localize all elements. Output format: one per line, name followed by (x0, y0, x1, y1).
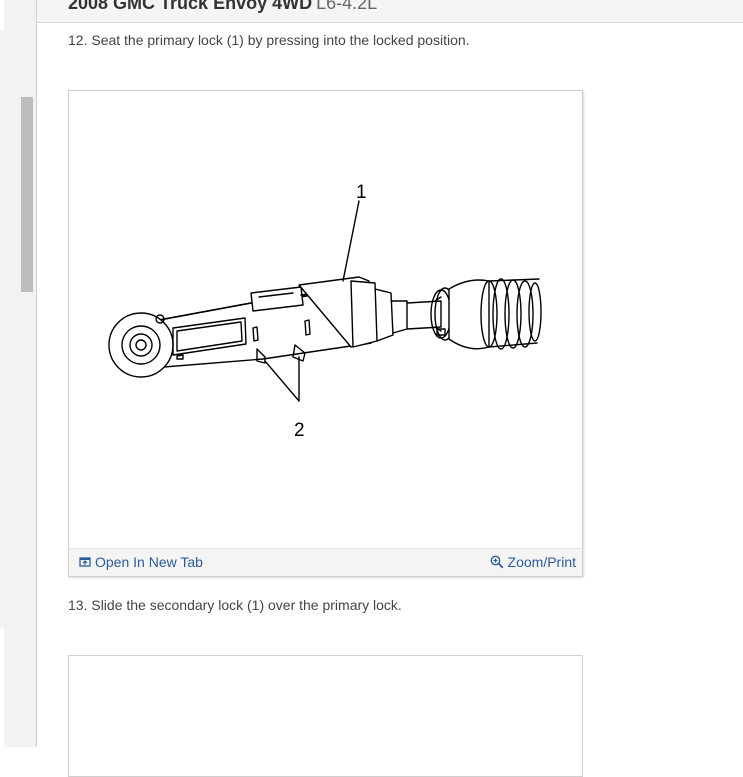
vehicle-model: 2008 GMC Truck Envoy 4WD (68, 0, 313, 13)
step-12-text: 12. Seat the primary lock (1) by pressin… (68, 32, 470, 48)
zoom-in-icon (490, 555, 503, 569)
figure-footer: Open In New Tab Zoom/Print (69, 548, 582, 576)
figure-card: 1 2 Open In New Tab Zoom/Print (68, 90, 583, 577)
sidebar-scrollbar-thumb[interactable] (21, 97, 33, 292)
callout-1: 1 (356, 182, 367, 203)
step-13-text: 13. Slide the secondary lock (1) over th… (68, 597, 402, 613)
callout-2: 2 (294, 420, 305, 441)
vehicle-header: 2008 GMC Truck Envoy 4WD L6-4.2L (37, 0, 743, 23)
figure-card-next (68, 655, 583, 777)
zoom-print-label: Zoom/Print (507, 554, 576, 570)
left-sidebar (0, 0, 37, 747)
connector-lock-diagram: 1 2 (108, 182, 542, 441)
vehicle-title: 2008 GMC Truck Envoy 4WD L6-4.2L (68, 0, 377, 14)
sidebar-edge-top (0, 0, 4, 30)
open-in-new-tab-label: Open In New Tab (95, 554, 203, 570)
zoom-print-link[interactable]: Zoom/Print (490, 554, 576, 570)
sidebar-edge-bottom (0, 628, 4, 747)
open-in-new-tab-link[interactable]: Open In New Tab (79, 554, 203, 570)
open-in-new-tab-icon (79, 557, 91, 567)
vehicle-engine: L6-4.2L (316, 0, 378, 13)
